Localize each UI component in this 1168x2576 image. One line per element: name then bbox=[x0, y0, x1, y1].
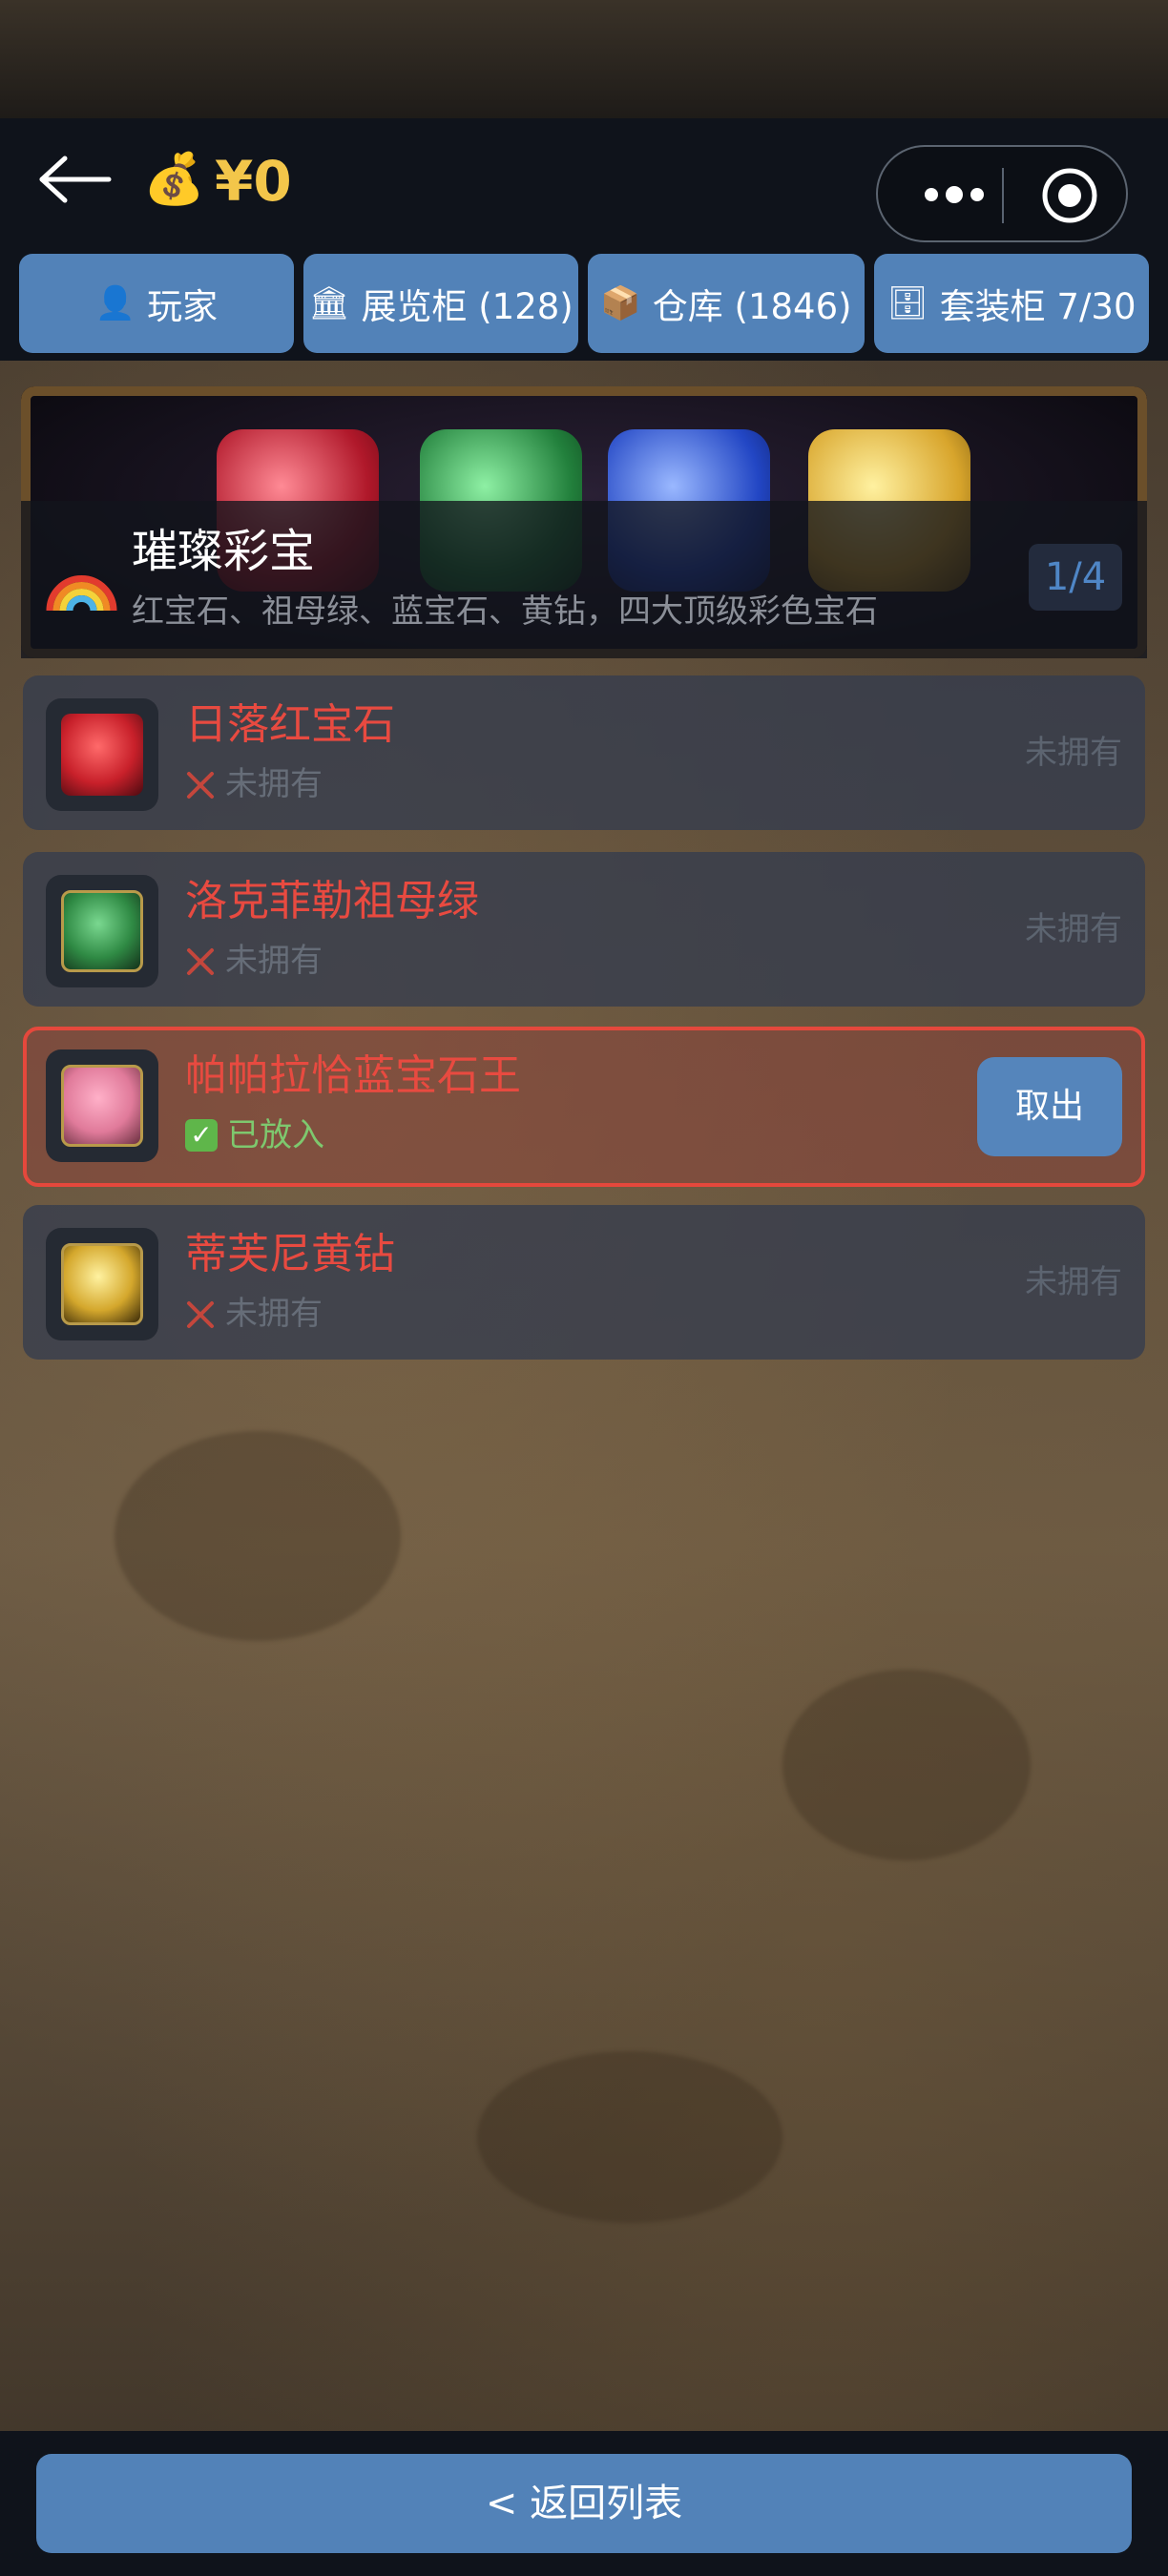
tab-label: 展览柜 (128) bbox=[361, 286, 574, 327]
item-status: 未拥有 bbox=[185, 763, 323, 805]
take-out-button[interactable]: 取出 bbox=[977, 1057, 1122, 1156]
set-progress-count: 1/4 bbox=[1029, 544, 1122, 611]
yellow-diamond-image bbox=[61, 1243, 143, 1325]
item-thumbnail bbox=[46, 698, 158, 811]
item-status: ✓ 已放入 bbox=[185, 1114, 324, 1156]
ownership-label: 未拥有 bbox=[1025, 734, 1122, 772]
top-background bbox=[0, 0, 1168, 119]
player-icon: 👤 bbox=[94, 284, 136, 322]
ownership-label: 未拥有 bbox=[1025, 910, 1122, 948]
more-dots-icon[interactable] bbox=[916, 168, 992, 221]
padparadscha-image bbox=[61, 1065, 143, 1147]
set-title: 璀璨彩宝 bbox=[132, 525, 316, 578]
tab-player[interactable]: 👤 玩家 bbox=[19, 254, 294, 353]
tab-set-cabinet[interactable]: 🗄 套装柜 7/30 bbox=[874, 254, 1149, 353]
cross-icon bbox=[185, 945, 216, 976]
item-thumbnail bbox=[46, 1228, 158, 1340]
set-item-padparadscha[interactable]: 帕帕拉恰蓝宝石王 ✓ 已放入 取出 bbox=[23, 1027, 1145, 1187]
item-thumbnail bbox=[46, 1049, 158, 1162]
return-to-list-button[interactable]: < 返回列表 bbox=[36, 2454, 1132, 2553]
item-name: 日落红宝石 bbox=[185, 700, 395, 749]
set-description: 红宝石、祖母绿、蓝宝石、黄钻，四大顶级彩色宝石 bbox=[132, 592, 878, 631]
emerald-image bbox=[61, 890, 143, 972]
cross-icon bbox=[185, 769, 216, 800]
cabinet-icon: 🗄 bbox=[886, 284, 928, 322]
target-circle-icon[interactable] bbox=[1040, 166, 1099, 225]
set-item-ruby[interactable]: 日落红宝石 未拥有 未拥有 bbox=[23, 675, 1145, 830]
package-icon: 📦 bbox=[600, 284, 641, 322]
set-item-emerald[interactable]: 洛克菲勒祖母绿 未拥有 未拥有 bbox=[23, 852, 1145, 1007]
tab-showcase[interactable]: 🏛 展览柜 (128) bbox=[303, 254, 578, 353]
item-name: 洛克菲勒祖母绿 bbox=[185, 877, 479, 925]
cross-icon bbox=[185, 1298, 216, 1329]
back-arrow-icon[interactable] bbox=[36, 151, 113, 208]
mini-program-capsule bbox=[876, 145, 1128, 242]
item-status: 未拥有 bbox=[185, 1293, 323, 1335]
checkmark-icon: ✓ bbox=[185, 1119, 218, 1152]
tab-label: 套装柜 7/30 bbox=[939, 286, 1137, 327]
item-name: 帕帕拉恰蓝宝石王 bbox=[185, 1051, 521, 1100]
tab-bar: 👤 玩家 🏛 展览柜 (128) 📦 仓库 (1846) 🗄 套装柜 7/30 bbox=[0, 242, 1168, 361]
ownership-label: 未拥有 bbox=[1025, 1263, 1122, 1301]
museum-icon: 🏛 bbox=[308, 284, 350, 322]
ruby-image bbox=[61, 714, 143, 796]
tab-warehouse[interactable]: 📦 仓库 (1846) bbox=[588, 254, 865, 353]
status-label: 未拥有 bbox=[225, 1295, 323, 1333]
tab-label: 仓库 (1846) bbox=[652, 286, 852, 327]
money-bag-icon: 💰 bbox=[143, 151, 205, 208]
item-thumbnail bbox=[46, 875, 158, 987]
status-label: 未拥有 bbox=[225, 765, 323, 803]
status-label: 未拥有 bbox=[225, 942, 323, 980]
capsule-divider bbox=[1002, 168, 1004, 223]
status-label: 已放入 bbox=[227, 1116, 324, 1154]
item-name: 蒂芙尼黄钻 bbox=[185, 1230, 395, 1278]
set-item-yellow-diamond[interactable]: 蒂芙尼黄钻 未拥有 未拥有 bbox=[23, 1205, 1145, 1360]
item-status: 未拥有 bbox=[185, 940, 323, 982]
rainbow-icon bbox=[46, 575, 117, 612]
tab-label: 玩家 bbox=[147, 286, 219, 327]
money-amount: ¥0 bbox=[215, 149, 292, 214]
